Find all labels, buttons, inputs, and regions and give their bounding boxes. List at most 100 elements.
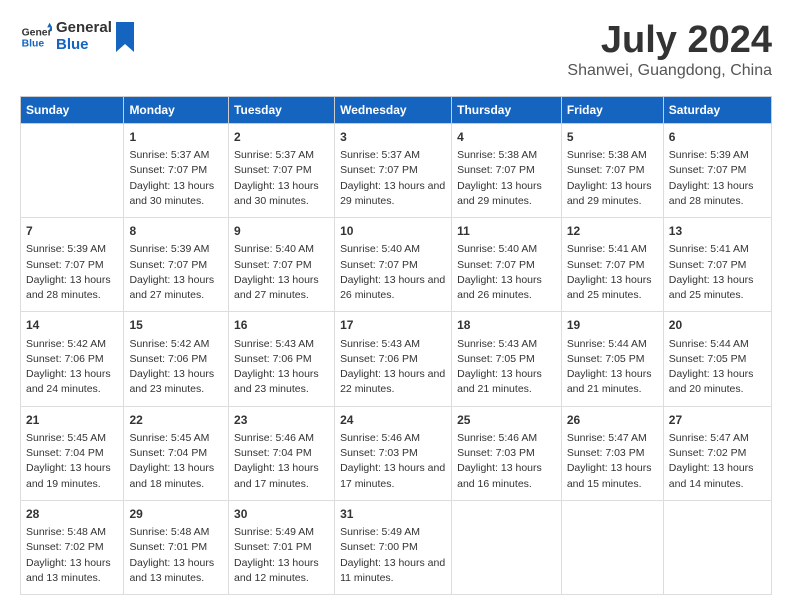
sunrise-text: Sunrise: 5:38 AM [457, 148, 556, 163]
calendar-cell: 31Sunrise: 5:49 AMSunset: 7:00 PMDayligh… [335, 500, 452, 594]
sunset-text: Sunset: 7:06 PM [340, 352, 446, 367]
calendar-cell: 18Sunrise: 5:43 AMSunset: 7:05 PMDayligh… [452, 312, 562, 406]
day-number: 7 [26, 223, 118, 240]
calendar-cell: 6 Sunrise: 5:39 AMSunset: 7:07 PMDaylight… [663, 123, 771, 217]
day-number: 26 [567, 412, 658, 429]
sunset-text: Sunset: 7:05 PM [457, 352, 556, 367]
sunset-text: Sunset: 7:02 PM [26, 540, 118, 555]
day-number: 19 [567, 317, 658, 334]
sunrise-text: Sunrise: 5:46 AM [457, 431, 556, 446]
day-number: 9 [234, 223, 329, 240]
sunrise-text: Sunrise: 5:48 AM [129, 525, 223, 540]
sunrise-text: Sunrise: 5:43 AM [234, 337, 329, 352]
sunrise-text: Sunrise: 5:45 AM [129, 431, 223, 446]
daylight-text: Daylight: 13 hours and 20 minutes. [669, 367, 766, 397]
day-number: 13 [669, 223, 766, 240]
sunset-text: Sunset: 7:07 PM [669, 163, 766, 178]
sunset-text: Sunset: 7:07 PM [234, 163, 329, 178]
calendar-cell: 11Sunrise: 5:40 AMSunset: 7:07 PMDayligh… [452, 218, 562, 312]
sunset-text: Sunset: 7:07 PM [340, 258, 446, 273]
sunset-text: Sunset: 7:03 PM [567, 446, 658, 461]
day-number: 8 [129, 223, 223, 240]
week-row-5: 28Sunrise: 5:48 AMSunset: 7:02 PMDayligh… [21, 500, 772, 594]
logo: General Blue General Blue [20, 20, 134, 53]
day-number: 29 [129, 506, 223, 523]
calendar-cell: 14Sunrise: 5:42 AMSunset: 7:06 PMDayligh… [21, 312, 124, 406]
day-number: 1 [129, 129, 223, 146]
day-number: 24 [340, 412, 446, 429]
daylight-text: Daylight: 13 hours and 29 minutes. [340, 179, 446, 209]
sunset-text: Sunset: 7:07 PM [234, 258, 329, 273]
sunrise-text: Sunrise: 5:40 AM [457, 242, 556, 257]
sunset-text: Sunset: 7:07 PM [457, 163, 556, 178]
sunrise-text: Sunrise: 5:37 AM [129, 148, 223, 163]
daylight-text: Daylight: 13 hours and 14 minutes. [669, 461, 766, 491]
daylight-text: Daylight: 13 hours and 18 minutes. [129, 461, 223, 491]
sunset-text: Sunset: 7:04 PM [26, 446, 118, 461]
daylight-text: Daylight: 13 hours and 17 minutes. [340, 461, 446, 491]
calendar-cell [21, 123, 124, 217]
sunrise-text: Sunrise: 5:40 AM [234, 242, 329, 257]
sunset-text: Sunset: 7:06 PM [26, 352, 118, 367]
sunset-text: Sunset: 7:07 PM [26, 258, 118, 273]
sunrise-text: Sunrise: 5:45 AM [26, 431, 118, 446]
calendar-cell [663, 500, 771, 594]
day-number: 22 [129, 412, 223, 429]
sunrise-text: Sunrise: 5:47 AM [669, 431, 766, 446]
daylight-text: Daylight: 13 hours and 25 minutes. [669, 273, 766, 303]
daylight-text: Daylight: 13 hours and 28 minutes. [26, 273, 118, 303]
sunrise-text: Sunrise: 5:49 AM [340, 525, 446, 540]
week-row-1: 1Sunrise: 5:37 AMSunset: 7:07 PMDaylight… [21, 123, 772, 217]
day-number: 23 [234, 412, 329, 429]
column-header-tuesday: Tuesday [229, 96, 335, 123]
calendar-cell: 3Sunrise: 5:37 AMSunset: 7:07 PMDaylight… [335, 123, 452, 217]
column-header-friday: Friday [561, 96, 663, 123]
daylight-text: Daylight: 13 hours and 17 minutes. [234, 461, 329, 491]
week-row-3: 14Sunrise: 5:42 AMSunset: 7:06 PMDayligh… [21, 312, 772, 406]
month-title: July 2024 [567, 20, 772, 62]
sunrise-text: Sunrise: 5:39 AM [129, 242, 223, 257]
day-number: 25 [457, 412, 556, 429]
calendar-cell: 27Sunrise: 5:47 AMSunset: 7:02 PMDayligh… [663, 406, 771, 500]
sunrise-text: Sunrise: 5:49 AM [234, 525, 329, 540]
daylight-text: Daylight: 13 hours and 30 minutes. [129, 179, 223, 209]
sunrise-text: Sunrise: 5:37 AM [234, 148, 329, 163]
sunset-text: Sunset: 7:05 PM [567, 352, 658, 367]
daylight-text: Daylight: 13 hours and 28 minutes. [669, 179, 766, 209]
sunrise-text: Sunrise: 5:39 AM [26, 242, 118, 257]
sunrise-text: Sunrise: 5:44 AM [567, 337, 658, 352]
sunset-text: Sunset: 7:07 PM [457, 258, 556, 273]
sunrise-text: Sunrise: 5:43 AM [340, 337, 446, 352]
calendar-cell: 4Sunrise: 5:38 AMSunset: 7:07 PMDaylight… [452, 123, 562, 217]
day-number: 15 [129, 317, 223, 334]
sunrise-text: Sunrise: 5:41 AM [669, 242, 766, 257]
daylight-text: Daylight: 13 hours and 25 minutes. [567, 273, 658, 303]
daylight-text: Daylight: 13 hours and 19 minutes. [26, 461, 118, 491]
daylight-text: Daylight: 13 hours and 27 minutes. [129, 273, 223, 303]
logo-arrow-icon [116, 22, 134, 52]
sunset-text: Sunset: 7:00 PM [340, 540, 446, 555]
day-number: 5 [567, 129, 658, 146]
calendar-cell: 7 Sunrise: 5:39 AMSunset: 7:07 PMDaylight… [21, 218, 124, 312]
sunrise-text: Sunrise: 5:46 AM [234, 431, 329, 446]
day-number: 6 [669, 129, 766, 146]
daylight-text: Daylight: 13 hours and 27 minutes. [234, 273, 329, 303]
calendar-cell: 2Sunrise: 5:37 AMSunset: 7:07 PMDaylight… [229, 123, 335, 217]
title-area: July 2024 Shanwei, Guangdong, China [567, 20, 772, 80]
daylight-text: Daylight: 13 hours and 26 minutes. [457, 273, 556, 303]
day-number: 30 [234, 506, 329, 523]
sunset-text: Sunset: 7:01 PM [234, 540, 329, 555]
calendar-cell: 22Sunrise: 5:45 AMSunset: 7:04 PMDayligh… [124, 406, 229, 500]
week-row-2: 7Sunrise: 5:39 AMSunset: 7:07 PMDaylight… [21, 218, 772, 312]
sunrise-text: Sunrise: 5:39 AM [669, 148, 766, 163]
sunset-text: Sunset: 7:03 PM [340, 446, 446, 461]
calendar-cell: 25Sunrise: 5:46 AMSunset: 7:03 PMDayligh… [452, 406, 562, 500]
sunrise-text: Sunrise: 5:38 AM [567, 148, 658, 163]
calendar-cell: 30Sunrise: 5:49 AMSunset: 7:01 PMDayligh… [229, 500, 335, 594]
sunset-text: Sunset: 7:04 PM [234, 446, 329, 461]
day-number: 2 [234, 129, 329, 146]
day-number: 21 [26, 412, 118, 429]
calendar-cell: 9 Sunrise: 5:40 AMSunset: 7:07 PMDaylight… [229, 218, 335, 312]
page-header: General Blue General Blue July 2024 Shan… [20, 20, 772, 80]
sunrise-text: Sunrise: 5:37 AM [340, 148, 446, 163]
